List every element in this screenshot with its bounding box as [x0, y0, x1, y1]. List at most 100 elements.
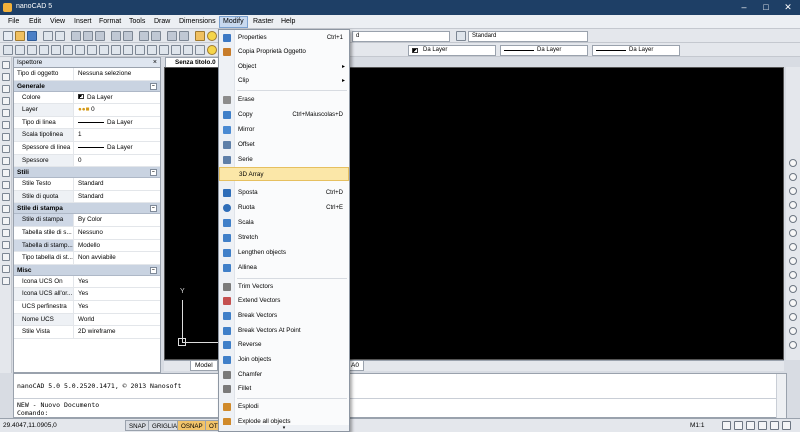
draw-polygon-icon[interactable]	[2, 121, 10, 129]
draw-region-icon[interactable]	[2, 205, 10, 213]
menu-item-esplodi[interactable]: Esplodi	[219, 400, 349, 414]
text-style-icon[interactable]	[456, 31, 466, 41]
zoom-extents-view-icon[interactable]	[789, 201, 797, 209]
view-shade-icon[interactable]	[789, 313, 797, 321]
menu-item-object[interactable]: Object ▸	[219, 60, 349, 74]
section-misc[interactable]: Misc −	[14, 264, 160, 276]
view-hidden-icon[interactable]	[789, 341, 797, 349]
tool-icon-12[interactable]	[135, 45, 145, 55]
view-wire-icon[interactable]	[789, 327, 797, 335]
menu-modify[interactable]: Modify	[219, 16, 248, 28]
tool-icon-14[interactable]	[159, 45, 169, 55]
object-type-value[interactable]: Nessuna selezione	[75, 68, 160, 80]
tool-icon-15[interactable]	[171, 45, 181, 55]
draw-line-icon[interactable]	[2, 61, 10, 69]
tool-icon-4[interactable]	[39, 45, 49, 55]
tool-icon-11[interactable]	[123, 45, 133, 55]
prop-row[interactable]: Icona UCS all'or... Yes	[14, 288, 160, 301]
draw-polyline-icon[interactable]	[2, 73, 10, 81]
prop-value[interactable]: Standard	[75, 178, 160, 190]
menu-item-erase[interactable]: Erase	[219, 93, 349, 107]
pan-view-icon[interactable]	[789, 173, 797, 181]
menu-item-break[interactable]: Break Vectors	[219, 309, 349, 323]
menu-view[interactable]: View	[47, 16, 68, 28]
annotation-scale[interactable]: M1:1	[690, 422, 704, 429]
menu-item-mirror[interactable]: Mirror	[219, 123, 349, 137]
prop-row[interactable]: Tabella stile di s... Nessuno	[14, 226, 160, 240]
prop-row[interactable]: Stile Vista 2D wireframe	[14, 326, 160, 339]
prop-row[interactable]: Tabella di stamp... Modello	[14, 239, 160, 253]
prop-value[interactable]: Standard	[75, 191, 160, 203]
view-home-icon[interactable]	[789, 229, 797, 237]
prop-value[interactable]: Modello	[75, 240, 160, 252]
layer-manager-icon[interactable]	[195, 31, 205, 41]
view-side-icon[interactable]	[789, 271, 797, 279]
menu-item-serie[interactable]: Serie	[219, 153, 349, 167]
status-icon-5[interactable]	[770, 421, 779, 430]
draw-revcloud-icon[interactable]	[2, 253, 10, 261]
prop-value[interactable]: World	[75, 314, 160, 326]
object-type-row[interactable]: Tipo di oggetto Nessuna selezione	[14, 68, 160, 81]
draw-hatch-icon[interactable]	[2, 157, 10, 165]
view-render-icon[interactable]	[789, 299, 797, 307]
menu-item-lengthen[interactable]: Lengthen objects	[219, 246, 349, 260]
status-icon-2[interactable]	[734, 421, 743, 430]
status-icon-6[interactable]	[782, 421, 791, 430]
draw-spline-icon[interactable]	[2, 145, 10, 153]
command-prompt[interactable]: Comando:	[17, 409, 48, 417]
prop-value[interactable]: Yes	[75, 276, 160, 288]
prop-value[interactable]: Da Layer	[75, 142, 160, 154]
view-front-icon[interactable]	[789, 257, 797, 265]
menu-file[interactable]: File	[5, 16, 22, 28]
prop-value[interactable]: By Color	[75, 214, 160, 226]
pan-icon[interactable]	[139, 31, 149, 41]
menu-tools[interactable]: Tools	[126, 16, 148, 28]
new-icon[interactable]	[3, 31, 13, 41]
menu-item-match-properties[interactable]: Copia Proprietà Oggetto	[219, 45, 349, 59]
prop-value[interactable]: Yes	[75, 301, 160, 313]
tab-model[interactable]: Model	[190, 361, 218, 371]
prop-row[interactable]: Scala tipolinea 1	[14, 129, 160, 142]
prop-value[interactable]: ●●■ 0	[75, 104, 160, 116]
sun-icon-2[interactable]	[207, 45, 217, 55]
prop-row[interactable]: Tipo tabella di st... Non avviabile	[14, 252, 160, 265]
open-icon[interactable]	[15, 31, 25, 41]
prop-row[interactable]: Colore Da Layer	[14, 91, 160, 105]
inspector-close-icon[interactable]: ×	[153, 58, 157, 68]
menu-item-offset[interactable]: Offset	[219, 138, 349, 152]
snap-toggle[interactable]: SNAP	[125, 420, 150, 431]
draw-image-icon[interactable]	[2, 229, 10, 237]
osnap-toggle[interactable]: OSNAP	[177, 420, 207, 431]
view-cube-icon[interactable]	[789, 215, 797, 223]
tool-icon-8[interactable]	[87, 45, 97, 55]
lineweight-combo[interactable]: Da Layer	[592, 45, 680, 56]
undo-icon[interactable]	[111, 31, 121, 41]
menu-format[interactable]: Format	[96, 16, 124, 28]
status-icon-3[interactable]	[746, 421, 755, 430]
tool-icon-5[interactable]	[51, 45, 61, 55]
status-icon-4[interactable]	[758, 421, 767, 430]
prop-row[interactable]: Spessore di linea Da Layer	[14, 141, 160, 155]
prop-row[interactable]: Nome UCS World	[14, 313, 160, 327]
tool-icon-7[interactable]	[75, 45, 85, 55]
menu-raster[interactable]: Raster	[250, 16, 277, 28]
draw-insert-icon[interactable]	[2, 193, 10, 201]
collapse-icon[interactable]: −	[150, 169, 157, 177]
menu-item-extend[interactable]: Extend Vectors	[219, 294, 349, 308]
menu-item-scala[interactable]: Scala	[219, 216, 349, 230]
prop-value[interactable]: Yes	[75, 288, 160, 300]
prop-value[interactable]: 2D wireframe	[75, 326, 160, 338]
tool-icon-6[interactable]	[63, 45, 73, 55]
zoom-view-icon[interactable]	[789, 187, 797, 195]
draw-text-icon[interactable]	[2, 265, 10, 273]
draw-ellipse-icon[interactable]	[2, 133, 10, 141]
text-style-combo[interactable]: Standard	[468, 31, 588, 42]
prop-row[interactable]: Layer ●●■ 0	[14, 104, 160, 117]
menu-dimensions[interactable]: Dimensions	[176, 16, 219, 28]
sun-icon[interactable]	[207, 31, 217, 41]
tool-icon-16[interactable]	[183, 45, 193, 55]
view-top-icon[interactable]	[789, 243, 797, 251]
draw-rectangle-icon[interactable]	[2, 109, 10, 117]
prop-value[interactable]: Da Layer	[75, 92, 160, 104]
tool-icon-17[interactable]	[195, 45, 205, 55]
